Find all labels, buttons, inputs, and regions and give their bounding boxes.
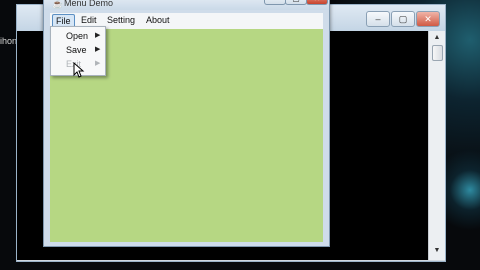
background-window-scrollbar[interactable]: ▲ ▼ bbox=[428, 31, 445, 260]
bg-close-button[interactable]: ✕ bbox=[416, 11, 440, 27]
submenu-arrow-icon: ▶ bbox=[95, 46, 101, 53]
menu-item-save-label: Save bbox=[66, 45, 87, 55]
bg-maximize-button[interactable]: ▢ bbox=[391, 11, 415, 27]
menu-item-open[interactable]: Open ▶ bbox=[51, 29, 105, 43]
scroll-thumb[interactable] bbox=[432, 45, 443, 61]
submenu-arrow-icon: ▶ bbox=[95, 60, 101, 67]
scroll-up-arrow-icon[interactable]: ▲ bbox=[432, 33, 442, 43]
background-window-bottom-edge bbox=[17, 260, 445, 261]
menu-setting[interactable]: Setting bbox=[104, 14, 138, 27]
close-button[interactable]: ✕ bbox=[306, 0, 328, 5]
java-icon: ☕ bbox=[52, 0, 64, 9]
submenu-arrow-icon: ▶ bbox=[95, 32, 101, 39]
menu-about[interactable]: About bbox=[143, 14, 173, 27]
bg-minimize-button[interactable]: – bbox=[366, 11, 390, 27]
desktop-glow bbox=[440, 150, 480, 230]
app-titlebar[interactable]: ☕ Menu Demo – ▢ ✕ bbox=[44, 0, 329, 10]
mouse-cursor-icon bbox=[73, 62, 85, 78]
menu-item-save[interactable]: Save ▶ bbox=[51, 43, 105, 57]
window-title: Menu Demo bbox=[64, 0, 114, 8]
menu-item-open-label: Open bbox=[66, 31, 89, 41]
scroll-down-arrow-icon[interactable]: ▼ bbox=[432, 246, 442, 256]
minimize-button[interactable]: – bbox=[264, 0, 286, 5]
maximize-button[interactable]: ▢ bbox=[285, 0, 307, 5]
